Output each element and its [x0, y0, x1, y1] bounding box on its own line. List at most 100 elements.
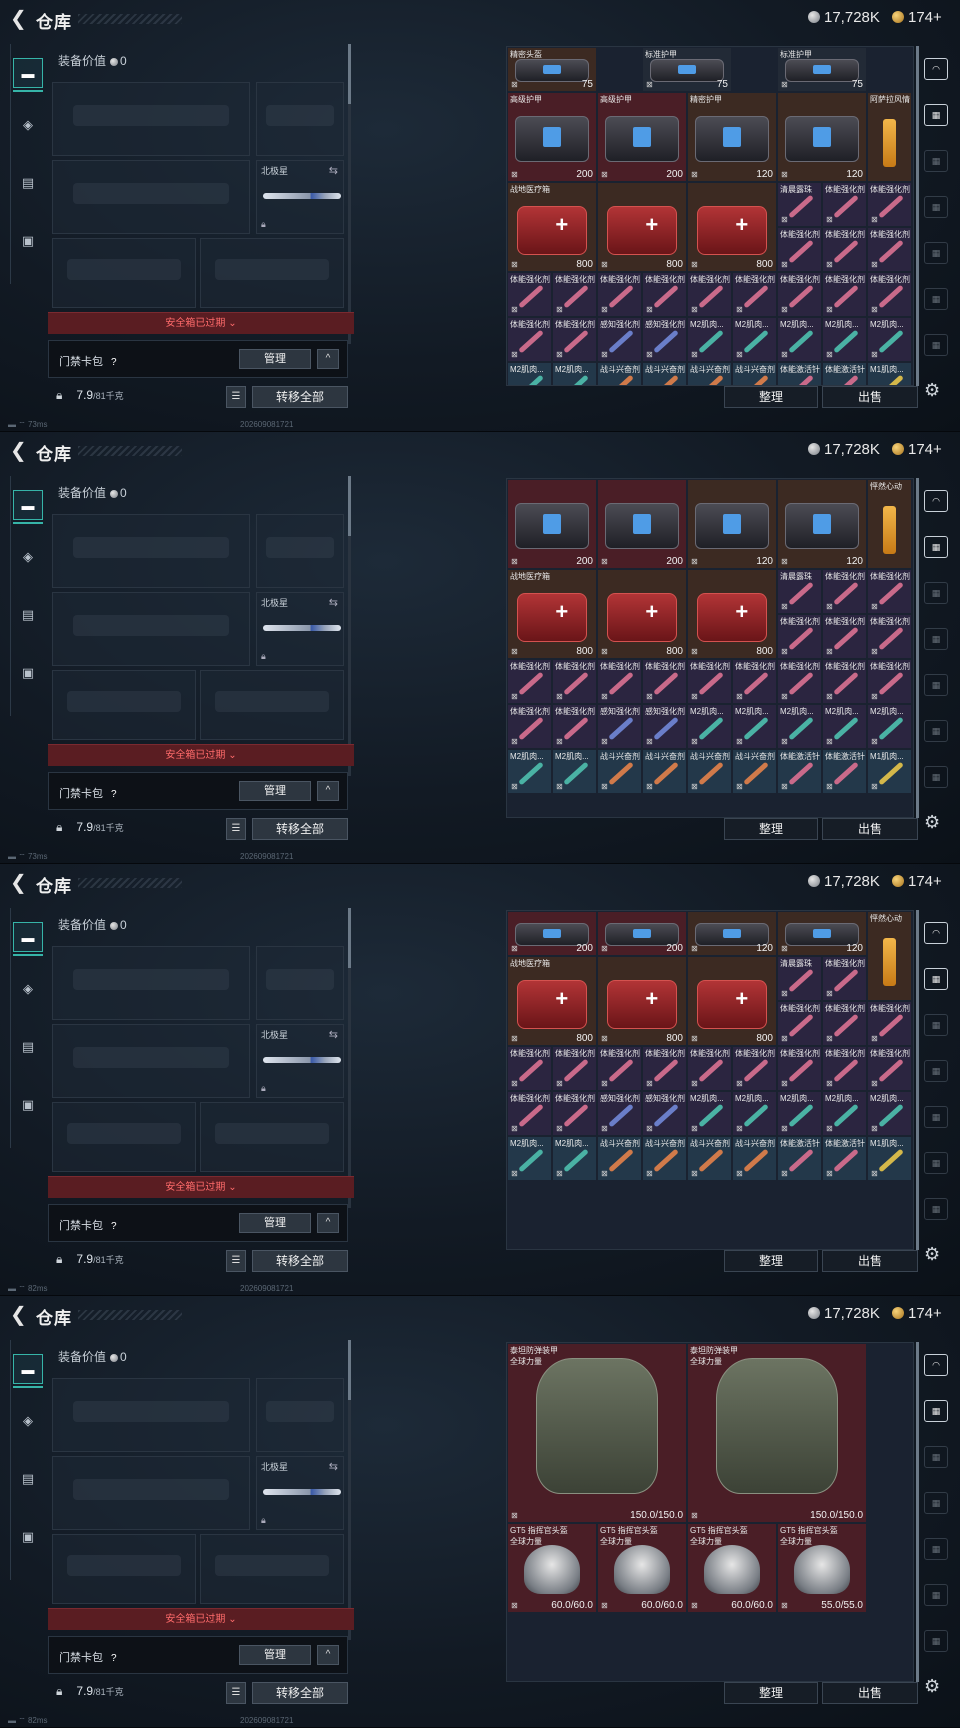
storage-tab-icon[interactable]: ▦: [924, 1106, 948, 1128]
inventory-item[interactable]: 体能强化剂 ⊠: [552, 704, 597, 749]
inventory-item[interactable]: M2肌肉...⊠: [687, 1091, 732, 1136]
inventory-item[interactable]: 体能强化剂 ⊠: [822, 659, 867, 704]
inventory-item[interactable]: 清晨露珠 ⊠: [777, 569, 822, 614]
collapse-button[interactable]: ^: [317, 1645, 339, 1665]
inventory-item[interactable]: M2肌肉...⊠: [687, 317, 732, 362]
inventory-item[interactable]: 泰坦防弹装甲 全球力量 150.0/150.0 ⊠: [687, 1343, 867, 1523]
helmet-slot[interactable]: [52, 238, 196, 308]
inventory-item[interactable]: 战斗兴奋剂⊠: [597, 1136, 642, 1181]
manage-button[interactable]: 管理: [239, 1213, 311, 1233]
back-arrow-icon[interactable]: ❮: [10, 1305, 28, 1325]
inventory-item[interactable]: 体能强化剂 ⊠: [777, 272, 822, 317]
inventory-item[interactable]: 泰坦防弹装甲 全球力量 150.0/150.0 ⊠: [507, 1343, 687, 1523]
inventory-item[interactable]: 体能强化剂 ⊠: [687, 272, 732, 317]
sort-button[interactable]: 整理: [724, 818, 818, 840]
inventory-item[interactable]: 战斗兴奋剂⊠: [642, 1136, 687, 1181]
primary-weapon-slot[interactable]: [52, 1378, 250, 1452]
container-icon[interactable]: ◠: [924, 922, 948, 944]
inventory-item[interactable]: M2肌肉...⊠: [732, 1091, 777, 1136]
inventory-item[interactable]: 感知强化剂 ⊠: [642, 1091, 687, 1136]
storage-tab-icon[interactable]: ▦: [924, 1400, 948, 1422]
inventory-item[interactable]: 战斗兴奋剂⊠: [687, 749, 732, 794]
storage-tab-icon[interactable]: ▦: [924, 1152, 948, 1174]
inventory-item[interactable]: 战斗兴奋剂⊠: [642, 362, 687, 385]
equipment-scrollbar[interactable]: [348, 44, 351, 344]
inventory-item[interactable]: 体能激活针⊠: [822, 749, 867, 794]
inventory-item[interactable]: 体能强化剂 ⊠: [777, 1001, 822, 1046]
toolbox-icon[interactable]: ▣: [13, 1522, 43, 1552]
inventory-item[interactable]: 怦然心动: [867, 911, 912, 1001]
gear-icon[interactable]: ⚙: [924, 380, 940, 401]
inventory-item[interactable]: 体能强化剂 ⊠: [867, 272, 912, 317]
inventory-item[interactable]: M1肌肉...⊠: [867, 362, 912, 385]
inventory-item[interactable]: 体能强化剂 ⊠: [507, 1091, 552, 1136]
storage-tab-icon[interactable]: ▦: [924, 196, 948, 218]
clipboard-icon[interactable]: ▤: [13, 600, 43, 630]
storage-tab-icon[interactable]: ▦: [924, 1538, 948, 1560]
helmet-slot[interactable]: [52, 1102, 196, 1172]
inventory-item[interactable]: 体能强化剂 ⊠: [597, 272, 642, 317]
inventory-item[interactable]: 120 ⊠: [777, 911, 867, 956]
inventory-item[interactable]: 体能强化剂 ⊠: [507, 1046, 552, 1091]
storage-tab-icon[interactable]: ▦: [924, 104, 948, 126]
helmet-slot[interactable]: [52, 1534, 196, 1604]
inventory-item[interactable]: 体能强化剂 ⊠: [597, 1046, 642, 1091]
inventory-item[interactable]: 体能强化剂 ⊠: [687, 1046, 732, 1091]
inventory-item[interactable]: 体能强化剂 ⊠: [867, 659, 912, 704]
inventory-item[interactable]: M2肌肉...⊠: [867, 1091, 912, 1136]
inventory-item[interactable]: 感知强化剂 ⊠: [642, 704, 687, 749]
melee-slot[interactable]: 北极星 ⇆ 🔒︎: [256, 592, 344, 666]
back-arrow-icon[interactable]: ❮: [10, 441, 28, 461]
inventory-item[interactable]: 感知强化剂 ⊠: [597, 704, 642, 749]
sell-button[interactable]: 出售: [822, 818, 918, 840]
pistol-slot[interactable]: [256, 514, 344, 588]
collapse-button[interactable]: ^: [317, 349, 339, 369]
inventory-item[interactable]: 战地医疗箱 800 ⊠: [507, 182, 597, 272]
inventory-item[interactable]: 120 ⊠: [687, 479, 777, 569]
container-icon[interactable]: ◠: [924, 58, 948, 80]
inventory-item[interactable]: 体能激活针⊠: [777, 749, 822, 794]
equipment-scrollbar[interactable]: [348, 1340, 351, 1640]
storage-tab-icon[interactable]: ▦: [924, 288, 948, 310]
storage-tab-icon[interactable]: ▦: [924, 536, 948, 558]
safe-box-expired-banner[interactable]: 安全箱已过期 ⌄: [48, 312, 354, 334]
storage-tab-icon[interactable]: ▦: [924, 334, 948, 356]
storage-tab-icon[interactable]: ▦: [924, 1492, 948, 1514]
manage-button[interactable]: 管理: [239, 349, 311, 369]
gold-balance[interactable]: 174+: [892, 1305, 942, 1322]
sort-button[interactable]: 整理: [724, 386, 818, 408]
inventory-item[interactable]: 体能强化剂 ⊠: [507, 272, 552, 317]
inventory-item[interactable]: 体能激活针⊠: [822, 1136, 867, 1181]
inventory-item[interactable]: 体能强化剂 ⊠: [552, 272, 597, 317]
clipboard-icon[interactable]: ▤: [13, 168, 43, 198]
inventory-item[interactable]: 战斗兴奋剂⊠: [687, 1136, 732, 1181]
inventory-item[interactable]: M2肌肉...⊠: [507, 362, 552, 385]
inventory-item[interactable]: M2肌肉...⊠: [552, 1136, 597, 1181]
inventory-item[interactable]: 体能强化剂 ⊠: [822, 1046, 867, 1091]
armor-icon[interactable]: ◈: [13, 110, 43, 140]
inventory-item[interactable]: 200 ⊠: [597, 911, 687, 956]
clipboard-icon[interactable]: ▤: [13, 1032, 43, 1062]
equipment-scrollbar[interactable]: [348, 908, 351, 1208]
inventory-item[interactable]: 200 ⊠: [507, 479, 597, 569]
inventory-item[interactable]: 感知强化剂 ⊠: [597, 317, 642, 362]
toolbox-icon[interactable]: ▣: [13, 226, 43, 256]
inventory-item[interactable]: 战斗兴奋剂⊠: [732, 362, 777, 385]
swap-icon[interactable]: ⇆: [329, 164, 338, 177]
help-icon[interactable]: ?: [111, 1221, 117, 1232]
gold-balance[interactable]: 174+: [892, 873, 942, 890]
helmet-slot[interactable]: [52, 670, 196, 740]
manage-button[interactable]: 管理: [239, 1645, 311, 1665]
inventory-item[interactable]: 体能强化剂 ⊠: [732, 659, 777, 704]
armor-slot[interactable]: [200, 1102, 344, 1172]
list-view-button[interactable]: ☰: [226, 1250, 246, 1272]
inventory-item[interactable]: 体能激活针⊠: [822, 362, 867, 385]
inventory-item[interactable]: 体能强化剂 ⊠: [777, 227, 822, 272]
storage-tab-icon[interactable]: ▦: [924, 150, 948, 172]
storage-tab-icon[interactable]: ▦: [924, 1584, 948, 1606]
storage-tab-icon[interactable]: ▦: [924, 968, 948, 990]
armor-slot[interactable]: [200, 670, 344, 740]
storage-tab-icon[interactable]: ▦: [924, 582, 948, 604]
inventory-item[interactable]: M2肌肉...⊠: [507, 749, 552, 794]
inventory-item[interactable]: 高级护甲 200 ⊠: [597, 92, 687, 182]
